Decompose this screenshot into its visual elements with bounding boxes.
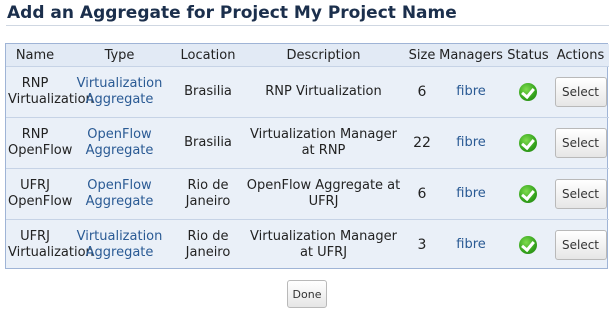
cell-status: [504, 67, 552, 118]
table-row: RNP OpenFlow OpenFlow Aggregate Brasilia…: [6, 117, 609, 169]
cell-actions: Select: [552, 168, 609, 220]
aggregates-table-container: Name Type Location Description Size Mana…: [5, 43, 609, 270]
select-button[interactable]: Select: [554, 230, 607, 260]
check-icon: [519, 83, 537, 101]
cell-size: 22: [406, 117, 438, 169]
cell-description: Virtualization Manager at UFRJ: [241, 219, 406, 270]
cell-actions: Select: [552, 219, 609, 270]
cell-actions: Select: [552, 67, 609, 118]
col-header-location: Location: [175, 44, 241, 67]
cell-size: 6: [417, 84, 427, 100]
col-header-name: Name: [6, 44, 64, 67]
cell-size: 3: [406, 219, 438, 270]
cell-location: Brasilia: [184, 84, 232, 99]
col-header-size: Size: [406, 44, 438, 67]
cell-name: UFRJ Virtualization: [6, 219, 94, 270]
cell-size: 6: [406, 168, 438, 220]
table-row: UFRJ Virtualization Virtualization Aggre…: [6, 219, 609, 270]
check-icon: [519, 185, 537, 203]
select-button[interactable]: Select: [554, 77, 607, 107]
col-header-actions: Actions: [552, 44, 609, 67]
check-icon: [519, 236, 537, 254]
table-row: UFRJ OpenFlow OpenFlow Aggregate Rio de …: [6, 168, 609, 220]
cell-description: RNP Virtualization: [265, 84, 382, 99]
col-header-managers: Managers: [438, 44, 504, 67]
done-button[interactable]: Done: [287, 280, 327, 308]
check-icon: [519, 134, 537, 152]
cell-status: [504, 168, 552, 220]
cell-location: Brasilia: [175, 117, 241, 169]
cell-description: Virtualization Manager at RNP: [241, 117, 406, 169]
cell-actions: Select: [552, 117, 609, 169]
cell-managers-link[interactable]: fibre: [438, 67, 504, 118]
col-header-type: Type: [64, 44, 175, 67]
col-header-description: Description: [241, 44, 406, 67]
select-button[interactable]: Select: [554, 179, 607, 209]
cell-location: Rio de Janeiro: [175, 219, 241, 270]
table-row: RNP Virtualization Virtualization Aggreg…: [6, 67, 609, 118]
cell-managers-link[interactable]: fibre: [438, 219, 504, 270]
cell-type-link[interactable]: OpenFlow Aggregate: [64, 168, 175, 220]
cell-name: RNP OpenFlow: [6, 117, 72, 169]
cell-managers-link[interactable]: fibre: [438, 117, 504, 169]
select-button[interactable]: Select: [554, 128, 607, 158]
cell-type-link[interactable]: OpenFlow Aggregate: [64, 117, 175, 169]
cell-location: Rio de Janeiro: [175, 168, 241, 220]
cell-name: RNP Virtualization: [8, 76, 94, 107]
cell-type-link[interactable]: Virtualization Aggregate: [64, 219, 175, 270]
col-header-status: Status: [504, 44, 552, 67]
aggregates-table: Name Type Location Description Size Mana…: [6, 44, 609, 270]
table-header-row: Name Type Location Description Size Mana…: [6, 44, 609, 67]
cell-status: [504, 219, 552, 270]
cell-status: [504, 117, 552, 169]
cell-name: UFRJ OpenFlow: [6, 168, 72, 220]
cell-managers-link[interactable]: fibre: [438, 168, 504, 220]
page-title: Add an Aggregate for Project My Project …: [7, 3, 457, 23]
title-divider: [6, 25, 609, 26]
cell-description: OpenFlow Aggregate at UFRJ: [241, 168, 406, 220]
